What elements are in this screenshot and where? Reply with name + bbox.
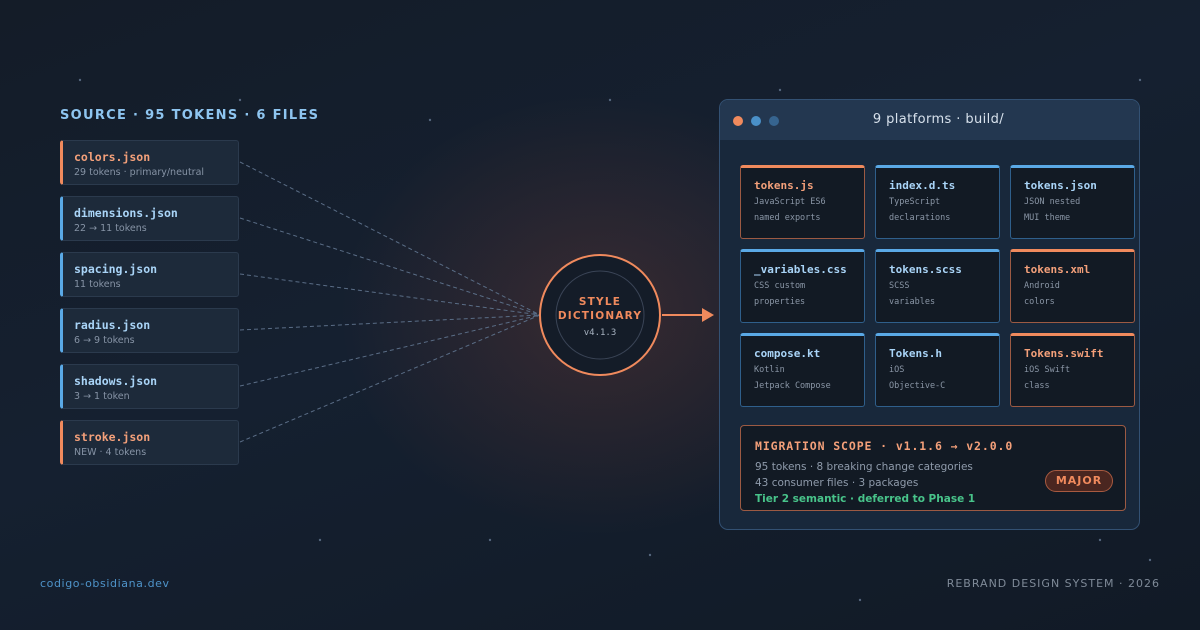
migration-line-1: 95 tokens · 8 breaking change categories — [755, 461, 973, 473]
source-file-name: shadows.json — [74, 374, 158, 388]
platform-file-desc-2: properties — [754, 297, 806, 307]
migration-title: MIGRATION SCOPE · v1.1.6 → v2.0.0 — [755, 439, 1014, 453]
hub-label-line2: DICTIONARY — [558, 310, 642, 322]
migration-line-2: 43 consumer files · 3 packages — [755, 477, 919, 489]
platform-file-card[interactable]: Tokens.h iOS Objective-C — [875, 333, 1000, 407]
platform-file-desc-2: variables — [889, 297, 936, 307]
platform-file-desc-2: named exports — [754, 213, 821, 223]
platform-file-desc-2: declarations — [889, 213, 951, 223]
background-star — [238, 98, 242, 102]
platform-file-name: tokens.scss — [889, 263, 962, 276]
platform-output-window: 9 platforms · build/ tokens.js JavaScript… — [719, 99, 1140, 530]
source-connector-lines — [239, 161, 541, 443]
source-connector-line — [239, 273, 541, 316]
platform-file-card[interactable]: tokens.json JSON nested MUI theme — [1010, 165, 1135, 239]
source-file-name: spacing.json — [74, 262, 158, 276]
major-badge: MAJOR — [1045, 470, 1113, 492]
footer-domain: codigo-obsidiana.dev — [40, 577, 170, 590]
source-connector-line — [239, 161, 541, 316]
window-titlebar: 9 platforms · build/ — [720, 100, 1139, 140]
hub-version: v4.1.3 — [584, 328, 617, 338]
source-connector-line — [239, 314, 541, 387]
platform-file-card[interactable]: tokens.xml Android colors — [1010, 249, 1135, 323]
platform-file-name: compose.kt — [754, 347, 821, 360]
platform-file-desc-1: JSON nested — [1024, 197, 1081, 207]
platform-file-desc-1: CSS custom — [754, 281, 806, 291]
background-star — [1138, 78, 1142, 82]
hub-label-line1: STYLE — [579, 296, 621, 308]
source-file-name: stroke.json — [74, 430, 151, 444]
background-star — [1148, 558, 1152, 562]
background-star — [778, 88, 782, 92]
platform-file-desc-2: colors — [1024, 297, 1055, 307]
background-star — [1098, 538, 1102, 542]
background-star — [78, 78, 82, 82]
source-file-card[interactable]: dimensions.json 22 → 11 tokens — [60, 196, 239, 241]
source-file-detail: 3 → 1 token — [74, 391, 130, 402]
platform-file-desc-2: MUI theme — [1024, 213, 1071, 223]
source-file-detail: 22 → 11 tokens — [74, 223, 147, 234]
platform-file-desc-1: iOS Swift — [1024, 365, 1071, 375]
platform-file-card[interactable]: Tokens.swift iOS Swift class — [1010, 333, 1135, 407]
platform-file-name: _variables.css — [754, 263, 847, 276]
platform-file-card[interactable]: tokens.js JavaScript ES6 named exports — [740, 165, 865, 239]
platform-file-card[interactable]: compose.kt Kotlin Jetpack Compose — [740, 333, 865, 407]
platform-file-desc-2: class — [1024, 381, 1050, 391]
source-file-detail: 29 tokens · primary/neutral — [74, 167, 205, 178]
source-file-card[interactable]: spacing.json 11 tokens — [60, 252, 239, 297]
platform-file-name: index.d.ts — [889, 179, 956, 192]
platform-file-desc-1: SCSS — [889, 281, 910, 291]
window-title: 9 platforms · build/ — [872, 112, 1005, 127]
background-star — [648, 553, 652, 557]
footer-project: REBRAND DESIGN SYSTEM · 2026 — [946, 577, 1160, 590]
platform-file-name: tokens.json — [1024, 179, 1097, 192]
source-file-card[interactable]: colors.json 29 tokens · primary/neutral — [60, 140, 239, 185]
platform-file-name: Tokens.h — [889, 347, 942, 360]
source-file-detail: 6 → 9 tokens — [74, 335, 135, 346]
platform-file-card[interactable]: _variables.css CSS custom properties — [740, 249, 865, 323]
source-file-name: radius.json — [74, 318, 151, 332]
platform-file-desc-2: Jetpack Compose — [754, 381, 831, 391]
migration-line-3: Tier 2 semantic · deferred to Phase 1 — [755, 493, 976, 505]
hub-output-arrow — [662, 308, 714, 322]
background-star — [488, 538, 492, 542]
source-connector-line — [239, 314, 541, 443]
migration-scope-box: MIGRATION SCOPE · v1.1.6 → v2.0.0 95 tok… — [740, 425, 1126, 511]
hub-node: STYLE DICTIONARY v4.1.3 — [539, 254, 661, 376]
platform-file-desc-1: TypeScript — [889, 197, 941, 207]
source-file-name: dimensions.json — [74, 206, 178, 220]
platform-file-card[interactable]: tokens.scss SCSS variables — [875, 249, 1000, 323]
background-star — [858, 598, 862, 602]
background-star — [318, 538, 322, 542]
source-file-card[interactable]: radius.json 6 → 9 tokens — [60, 308, 239, 353]
platform-file-desc-1: JavaScript ES6 — [754, 197, 826, 207]
platform-file-name: tokens.js — [754, 179, 814, 192]
platform-file-desc-1: Kotlin — [754, 365, 785, 375]
background-star — [428, 118, 432, 122]
platform-file-card[interactable]: index.d.ts TypeScript declarations — [875, 165, 1000, 239]
source-file-detail: 11 tokens — [74, 279, 121, 290]
source-connector-line — [239, 314, 541, 331]
platform-file-name: tokens.xml — [1024, 263, 1091, 276]
platform-file-desc-2: Objective-C — [889, 381, 946, 391]
platform-file-desc-1: iOS — [889, 365, 905, 375]
source-connector-line — [239, 217, 541, 316]
background-star — [608, 98, 612, 102]
source-file-name: colors.json — [74, 150, 151, 164]
platform-file-name: Tokens.swift — [1024, 347, 1104, 360]
source-title: SOURCE · 95 TOKENS · 6 FILES — [60, 108, 320, 123]
source-file-card[interactable]: stroke.json NEW · 4 tokens — [60, 420, 239, 465]
platform-file-desc-1: Android — [1024, 281, 1060, 291]
source-file-card[interactable]: shadows.json 3 → 1 token — [60, 364, 239, 409]
source-file-detail: NEW · 4 tokens — [74, 447, 147, 458]
